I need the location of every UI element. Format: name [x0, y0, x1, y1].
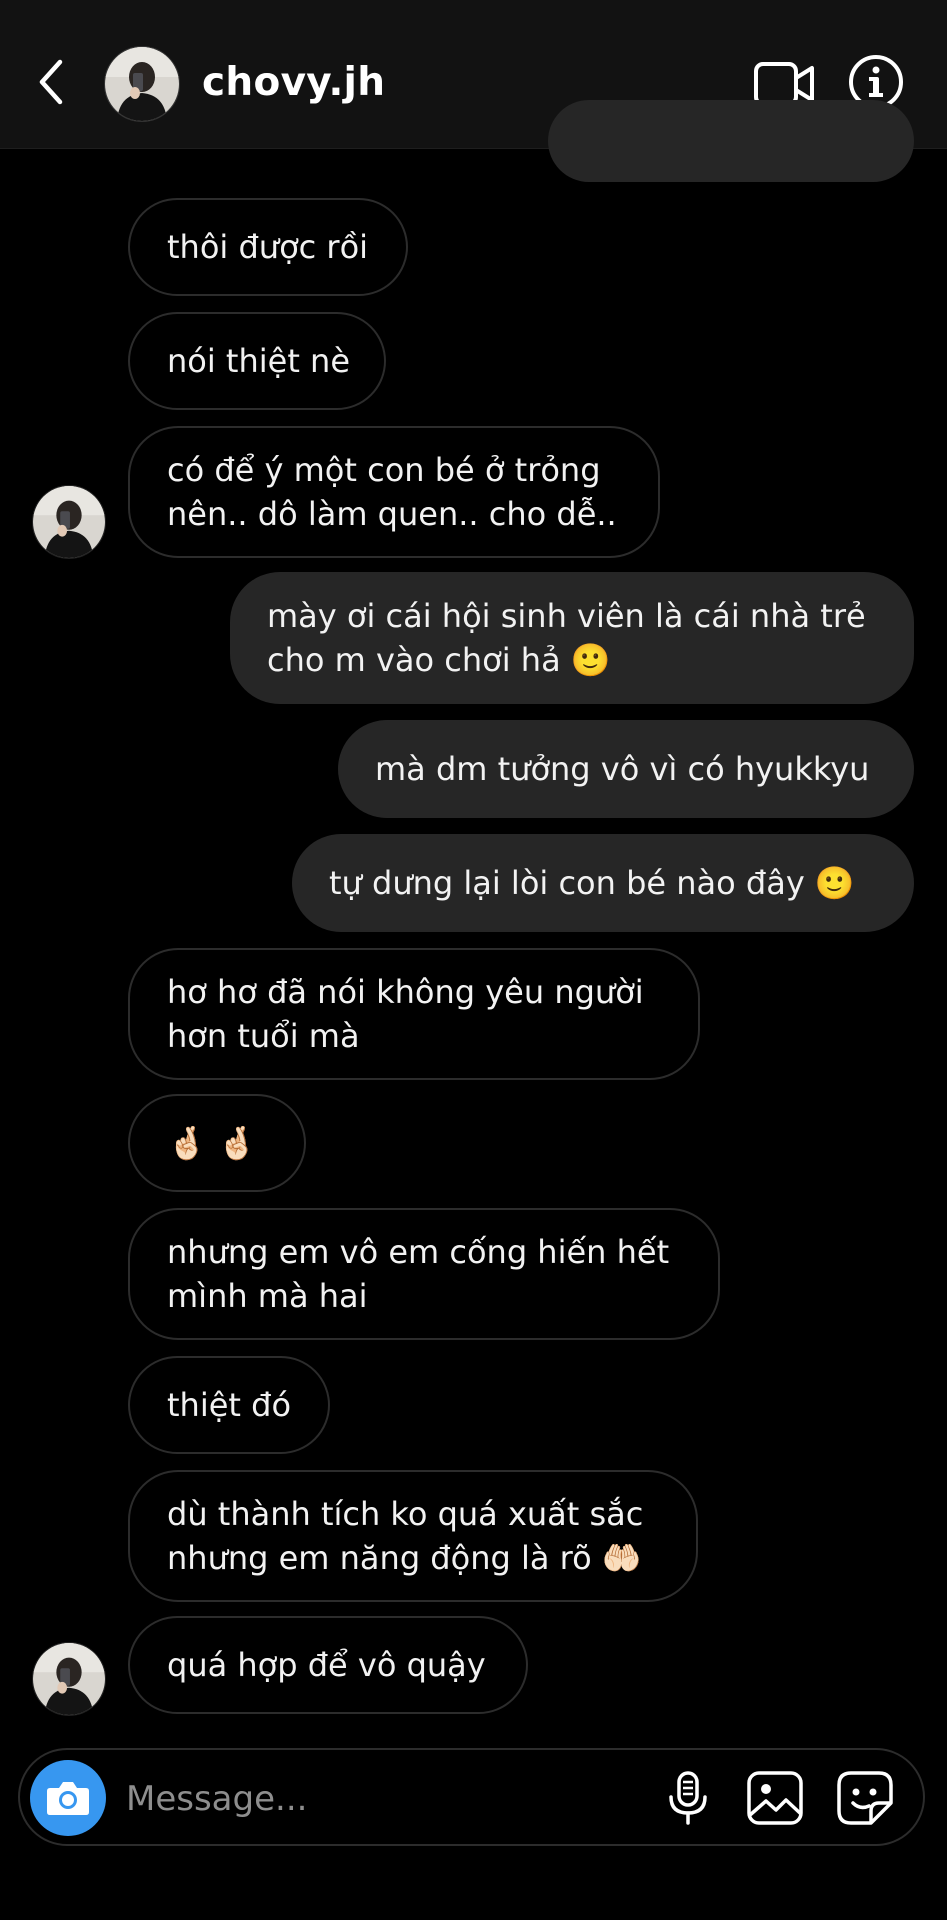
gallery-button[interactable]	[746, 1770, 804, 1826]
message-bubble-incoming[interactable]: có để ý một con bé ở trỏng nên.. dô làm …	[128, 426, 660, 558]
message-text-line: mình mà hai	[167, 1277, 368, 1315]
message-bubble-incoming[interactable]: thiệt đó	[128, 1356, 330, 1454]
message-text: 🤞🏻 🤞🏻	[167, 1124, 257, 1162]
message-bubble-incoming[interactable]: nhưng em vô em cống hiến hết mình mà hai	[128, 1208, 720, 1340]
message-bubble-incoming[interactable]: hơ hơ đã nói không yêu người hơn tuổi mà	[128, 948, 700, 1080]
message-text: thiệt đó	[167, 1386, 292, 1424]
message-text-line: nhưng em vô em cống hiến hết	[167, 1233, 670, 1271]
message-text-line: cho m vào chơi hả 🙂	[267, 641, 611, 679]
sticker-button[interactable]	[836, 1770, 894, 1826]
message-text-line: hơn tuổi mà	[167, 1017, 360, 1055]
message-text-line: hơ hơ đã nói không yêu người	[167, 973, 644, 1011]
chevron-left-icon	[39, 59, 63, 105]
message-text: quá hợp để vô quậy	[167, 1646, 486, 1684]
message-input[interactable]	[124, 1768, 628, 1830]
sender-avatar[interactable]	[32, 485, 106, 559]
message-text: nói thiệt nè	[167, 342, 351, 380]
message-bubble-outgoing[interactable]: tự dưng lại lòi con bé nào đây 🙂	[292, 834, 914, 932]
message-text-line: nhưng em năng động là rõ 🤲🏻	[167, 1539, 642, 1577]
sticker-icon	[837, 1771, 893, 1825]
message-text-line: nên.. dô làm quen.. cho dễ..	[167, 495, 617, 533]
message-bubble-outgoing[interactable]: mà dm tưởng vô vì có hyukkyu	[338, 720, 914, 818]
message-text-line: dù thành tích ko quá xuất sắc	[167, 1495, 644, 1533]
microphone-icon	[669, 1771, 707, 1825]
image-icon	[747, 1771, 803, 1825]
message-text: thôi được rồi	[167, 228, 369, 266]
message-bubble-incoming[interactable]: dù thành tích ko quá xuất sắc nhưng em n…	[128, 1470, 698, 1602]
message-bubble-outgoing[interactable]: mày ơi cái hội sinh viên là cái nhà trẻ …	[230, 572, 914, 704]
profile-avatar[interactable]	[104, 46, 180, 122]
voice-message-button[interactable]	[660, 1770, 716, 1826]
message-bubble-incoming[interactable]: quá hợp để vô quậy	[128, 1616, 528, 1714]
camera-icon	[47, 1782, 89, 1815]
message-bubble-incoming[interactable]: 🤞🏻 🤞🏻	[128, 1094, 306, 1192]
message-text-line: mày ơi cái hội sinh viên là cái nhà trẻ	[267, 597, 866, 635]
message-text: tự dưng lại lòi con bé nào đây 🙂	[329, 864, 855, 902]
back-button[interactable]	[30, 52, 74, 112]
message-bubble-incoming[interactable]: thôi được rồi	[128, 198, 408, 296]
message-text: mà dm tưởng vô vì có hyukkyu	[375, 750, 870, 788]
message-bubble-outgoing[interactable]	[548, 100, 914, 182]
camera-button[interactable]	[30, 1760, 106, 1836]
message-composer	[18, 1748, 925, 1846]
message-text-line: có để ý một con bé ở trỏng	[167, 451, 601, 489]
message-bubble-incoming[interactable]: nói thiệt nè	[128, 312, 386, 410]
sender-avatar[interactable]	[32, 1642, 106, 1716]
chat-username[interactable]: chovy.jh	[202, 60, 385, 105]
